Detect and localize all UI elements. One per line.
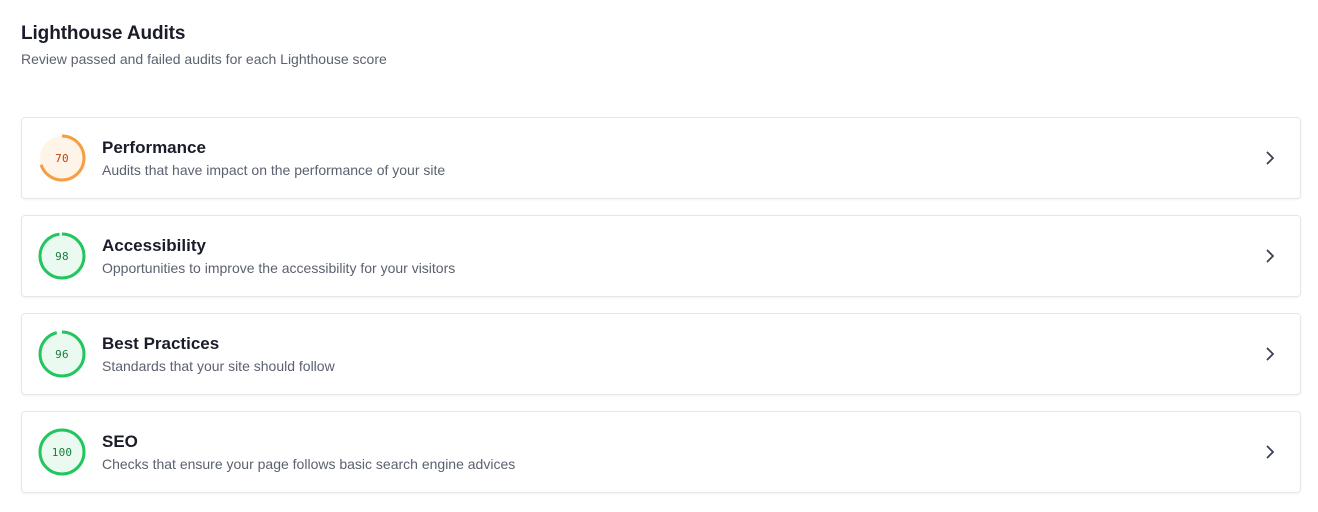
page-title: Lighthouse Audits: [21, 23, 186, 44]
chevron-right-icon[interactable]: [1260, 246, 1280, 266]
audit-title: Best Practices: [102, 333, 220, 353]
audit-list: 70 Performance Audits that have impact o…: [21, 117, 1301, 509]
audit-card-performance[interactable]: 70 Performance Audits that have impact o…: [21, 117, 1301, 199]
audit-title: Accessibility: [102, 235, 206, 255]
audit-card-best-practices[interactable]: 96 Best Practices Standards that your si…: [21, 313, 1301, 395]
page-subtitle: Review passed and failed audits for each…: [21, 51, 387, 67]
chevron-right-icon[interactable]: [1260, 148, 1280, 168]
chevron-right-icon[interactable]: [1260, 344, 1280, 364]
audit-card-accessibility[interactable]: 98 Accessibility Opportunities to improv…: [21, 215, 1301, 297]
score-value: 96: [55, 347, 69, 361]
audit-text: Accessibility Opportunities to improve t…: [102, 236, 1260, 277]
audit-text: Best Practices Standards that your site …: [102, 334, 1260, 375]
score-gauge: 70: [38, 134, 86, 182]
audit-text: SEO Checks that ensure your page follows…: [102, 432, 1260, 473]
audit-card-seo[interactable]: 100 SEO Checks that ensure your page fol…: [21, 411, 1301, 493]
chevron-right-icon[interactable]: [1260, 442, 1280, 462]
audit-title: SEO: [102, 431, 138, 451]
score-gauge: 100: [38, 428, 86, 476]
lighthouse-audits-page: Lighthouse Audits Review passed and fail…: [0, 0, 1318, 512]
audit-title: Performance: [102, 137, 206, 157]
score-value: 98: [55, 249, 69, 263]
audit-description: Opportunities to improve the accessibili…: [102, 259, 456, 276]
audit-description: Standards that your site should follow: [102, 357, 335, 374]
audit-text: Performance Audits that have impact on t…: [102, 138, 1260, 179]
audit-description: Audits that have impact on the performan…: [102, 161, 446, 178]
audit-description: Checks that ensure your page follows bas…: [102, 455, 516, 472]
score-gauge: 96: [38, 330, 86, 378]
score-gauge: 98: [38, 232, 86, 280]
score-value: 100: [51, 445, 73, 459]
score-value: 70: [55, 151, 69, 165]
